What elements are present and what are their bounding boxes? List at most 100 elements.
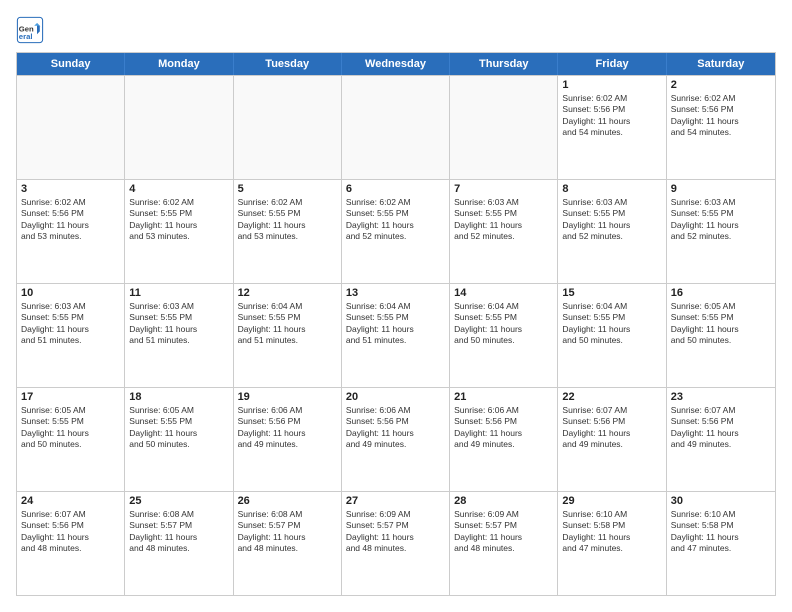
day-info: Sunrise: 6:06 AM Sunset: 5:56 PM Dayligh… xyxy=(454,405,553,451)
day-number: 26 xyxy=(238,495,337,507)
day-info: Sunrise: 6:05 AM Sunset: 5:55 PM Dayligh… xyxy=(129,405,228,451)
calendar-row: 17 Sunrise: 6:05 AM Sunset: 5:55 PM Dayli… xyxy=(17,387,775,491)
calendar-cell xyxy=(342,76,450,179)
calendar-row: 1 Sunrise: 6:02 AM Sunset: 5:56 PM Daylig… xyxy=(17,75,775,179)
calendar-cell: 3 Sunrise: 6:02 AM Sunset: 5:56 PM Daylig… xyxy=(17,180,125,283)
day-number: 23 xyxy=(671,391,771,403)
day-info: Sunrise: 6:03 AM Sunset: 5:55 PM Dayligh… xyxy=(562,197,661,243)
day-number: 20 xyxy=(346,391,445,403)
calendar-cell xyxy=(450,76,558,179)
day-number: 30 xyxy=(671,495,771,507)
weekday-header: Thursday xyxy=(450,53,558,75)
day-number: 9 xyxy=(671,183,771,195)
calendar-cell: 22 Sunrise: 6:07 AM Sunset: 5:56 PM Dayli… xyxy=(558,388,666,491)
weekday-header: Tuesday xyxy=(234,53,342,75)
weekday-header: Wednesday xyxy=(342,53,450,75)
calendar-cell: 2 Sunrise: 6:02 AM Sunset: 5:56 PM Daylig… xyxy=(667,76,775,179)
day-number: 4 xyxy=(129,183,228,195)
day-info: Sunrise: 6:10 AM Sunset: 5:58 PM Dayligh… xyxy=(562,509,661,555)
weekday-header: Saturday xyxy=(667,53,775,75)
weekday-header: Monday xyxy=(125,53,233,75)
day-info: Sunrise: 6:02 AM Sunset: 5:55 PM Dayligh… xyxy=(346,197,445,243)
calendar-cell xyxy=(234,76,342,179)
day-info: Sunrise: 6:04 AM Sunset: 5:55 PM Dayligh… xyxy=(238,301,337,347)
day-info: Sunrise: 6:07 AM Sunset: 5:56 PM Dayligh… xyxy=(671,405,771,451)
day-number: 8 xyxy=(562,183,661,195)
day-info: Sunrise: 6:03 AM Sunset: 5:55 PM Dayligh… xyxy=(21,301,120,347)
calendar-cell xyxy=(17,76,125,179)
day-info: Sunrise: 6:03 AM Sunset: 5:55 PM Dayligh… xyxy=(671,197,771,243)
day-number: 19 xyxy=(238,391,337,403)
day-number: 2 xyxy=(671,79,771,91)
calendar-cell: 10 Sunrise: 6:03 AM Sunset: 5:55 PM Dayli… xyxy=(17,284,125,387)
calendar-cell: 23 Sunrise: 6:07 AM Sunset: 5:56 PM Dayli… xyxy=(667,388,775,491)
day-info: Sunrise: 6:02 AM Sunset: 5:55 PM Dayligh… xyxy=(129,197,228,243)
svg-text:eral: eral xyxy=(19,32,33,41)
day-number: 3 xyxy=(21,183,120,195)
day-number: 17 xyxy=(21,391,120,403)
calendar: SundayMondayTuesdayWednesdayThursdayFrid… xyxy=(16,52,776,596)
day-info: Sunrise: 6:02 AM Sunset: 5:56 PM Dayligh… xyxy=(671,93,771,139)
calendar-cell: 26 Sunrise: 6:08 AM Sunset: 5:57 PM Dayli… xyxy=(234,492,342,595)
calendar-cell: 16Sunrise: 6:05 AM Sunset: 5:55 PM Dayli… xyxy=(667,284,775,387)
day-number: 12 xyxy=(238,287,337,299)
day-number: 7 xyxy=(454,183,553,195)
calendar-cell: 29 Sunrise: 6:10 AM Sunset: 5:58 PM Dayli… xyxy=(558,492,666,595)
day-info: Sunrise: 6:03 AM Sunset: 5:55 PM Dayligh… xyxy=(129,301,228,347)
calendar-cell: 6 Sunrise: 6:02 AM Sunset: 5:55 PM Daylig… xyxy=(342,180,450,283)
day-info: Sunrise: 6:05 AM Sunset: 5:55 PM Dayligh… xyxy=(21,405,120,451)
day-info: Sunrise: 6:02 AM Sunset: 5:55 PM Dayligh… xyxy=(238,197,337,243)
day-number: 29 xyxy=(562,495,661,507)
day-info: Sunrise: 6:04 AM Sunset: 5:55 PM Dayligh… xyxy=(346,301,445,347)
day-number: 28 xyxy=(454,495,553,507)
page: Gen eral SundayMondayTuesdayWednesdayThu… xyxy=(0,0,792,612)
calendar-cell: 8 Sunrise: 6:03 AM Sunset: 5:55 PM Daylig… xyxy=(558,180,666,283)
calendar-header: SundayMondayTuesdayWednesdayThursdayFrid… xyxy=(17,53,775,75)
weekday-header: Friday xyxy=(558,53,666,75)
day-info: Sunrise: 6:05 AM Sunset: 5:55 PM Dayligh… xyxy=(671,301,771,347)
day-number: 5 xyxy=(238,183,337,195)
calendar-cell: 19Sunrise: 6:06 AM Sunset: 5:56 PM Dayli… xyxy=(234,388,342,491)
calendar-row: 10 Sunrise: 6:03 AM Sunset: 5:55 PM Dayli… xyxy=(17,283,775,387)
day-number: 15 xyxy=(562,287,661,299)
day-number: 25 xyxy=(129,495,228,507)
day-info: Sunrise: 6:09 AM Sunset: 5:57 PM Dayligh… xyxy=(346,509,445,555)
day-info: Sunrise: 6:09 AM Sunset: 5:57 PM Dayligh… xyxy=(454,509,553,555)
calendar-cell: 5 Sunrise: 6:02 AM Sunset: 5:55 PM Daylig… xyxy=(234,180,342,283)
day-info: Sunrise: 6:02 AM Sunset: 5:56 PM Dayligh… xyxy=(21,197,120,243)
day-number: 18 xyxy=(129,391,228,403)
day-info: Sunrise: 6:10 AM Sunset: 5:58 PM Dayligh… xyxy=(671,509,771,555)
calendar-cell: 24Sunrise: 6:07 AM Sunset: 5:56 PM Dayli… xyxy=(17,492,125,595)
day-number: 14 xyxy=(454,287,553,299)
day-info: Sunrise: 6:06 AM Sunset: 5:56 PM Dayligh… xyxy=(346,405,445,451)
logo: Gen eral xyxy=(16,16,48,44)
logo-icon: Gen eral xyxy=(16,16,44,44)
day-number: 6 xyxy=(346,183,445,195)
calendar-cell: 4 Sunrise: 6:02 AM Sunset: 5:55 PM Daylig… xyxy=(125,180,233,283)
day-info: Sunrise: 6:02 AM Sunset: 5:56 PM Dayligh… xyxy=(562,93,661,139)
calendar-cell: 18 Sunrise: 6:05 AM Sunset: 5:55 PM Dayli… xyxy=(125,388,233,491)
day-info: Sunrise: 6:07 AM Sunset: 5:56 PM Dayligh… xyxy=(562,405,661,451)
day-number: 10 xyxy=(21,287,120,299)
weekday-header: Sunday xyxy=(17,53,125,75)
calendar-cell: 30 Sunrise: 6:10 AM Sunset: 5:58 PM Dayli… xyxy=(667,492,775,595)
day-number: 22 xyxy=(562,391,661,403)
day-info: Sunrise: 6:08 AM Sunset: 5:57 PM Dayligh… xyxy=(129,509,228,555)
calendar-cell: 15Sunrise: 6:04 AM Sunset: 5:55 PM Dayli… xyxy=(558,284,666,387)
calendar-cell: 28 Sunrise: 6:09 AM Sunset: 5:57 PM Dayli… xyxy=(450,492,558,595)
day-number: 13 xyxy=(346,287,445,299)
calendar-cell: 14 Sunrise: 6:04 AM Sunset: 5:55 PM Dayli… xyxy=(450,284,558,387)
calendar-cell: 1 Sunrise: 6:02 AM Sunset: 5:56 PM Daylig… xyxy=(558,76,666,179)
day-info: Sunrise: 6:08 AM Sunset: 5:57 PM Dayligh… xyxy=(238,509,337,555)
calendar-cell: 7 Sunrise: 6:03 AM Sunset: 5:55 PM Daylig… xyxy=(450,180,558,283)
header: Gen eral xyxy=(16,16,776,44)
day-number: 1 xyxy=(562,79,661,91)
calendar-cell: 11 Sunrise: 6:03 AM Sunset: 5:55 PM Dayli… xyxy=(125,284,233,387)
calendar-row: 3 Sunrise: 6:02 AM Sunset: 5:56 PM Daylig… xyxy=(17,179,775,283)
calendar-cell: 27 Sunrise: 6:09 AM Sunset: 5:57 PM Dayli… xyxy=(342,492,450,595)
day-info: Sunrise: 6:04 AM Sunset: 5:55 PM Dayligh… xyxy=(454,301,553,347)
calendar-body: 1 Sunrise: 6:02 AM Sunset: 5:56 PM Daylig… xyxy=(17,75,775,595)
day-info: Sunrise: 6:03 AM Sunset: 5:55 PM Dayligh… xyxy=(454,197,553,243)
day-number: 11 xyxy=(129,287,228,299)
day-number: 27 xyxy=(346,495,445,507)
